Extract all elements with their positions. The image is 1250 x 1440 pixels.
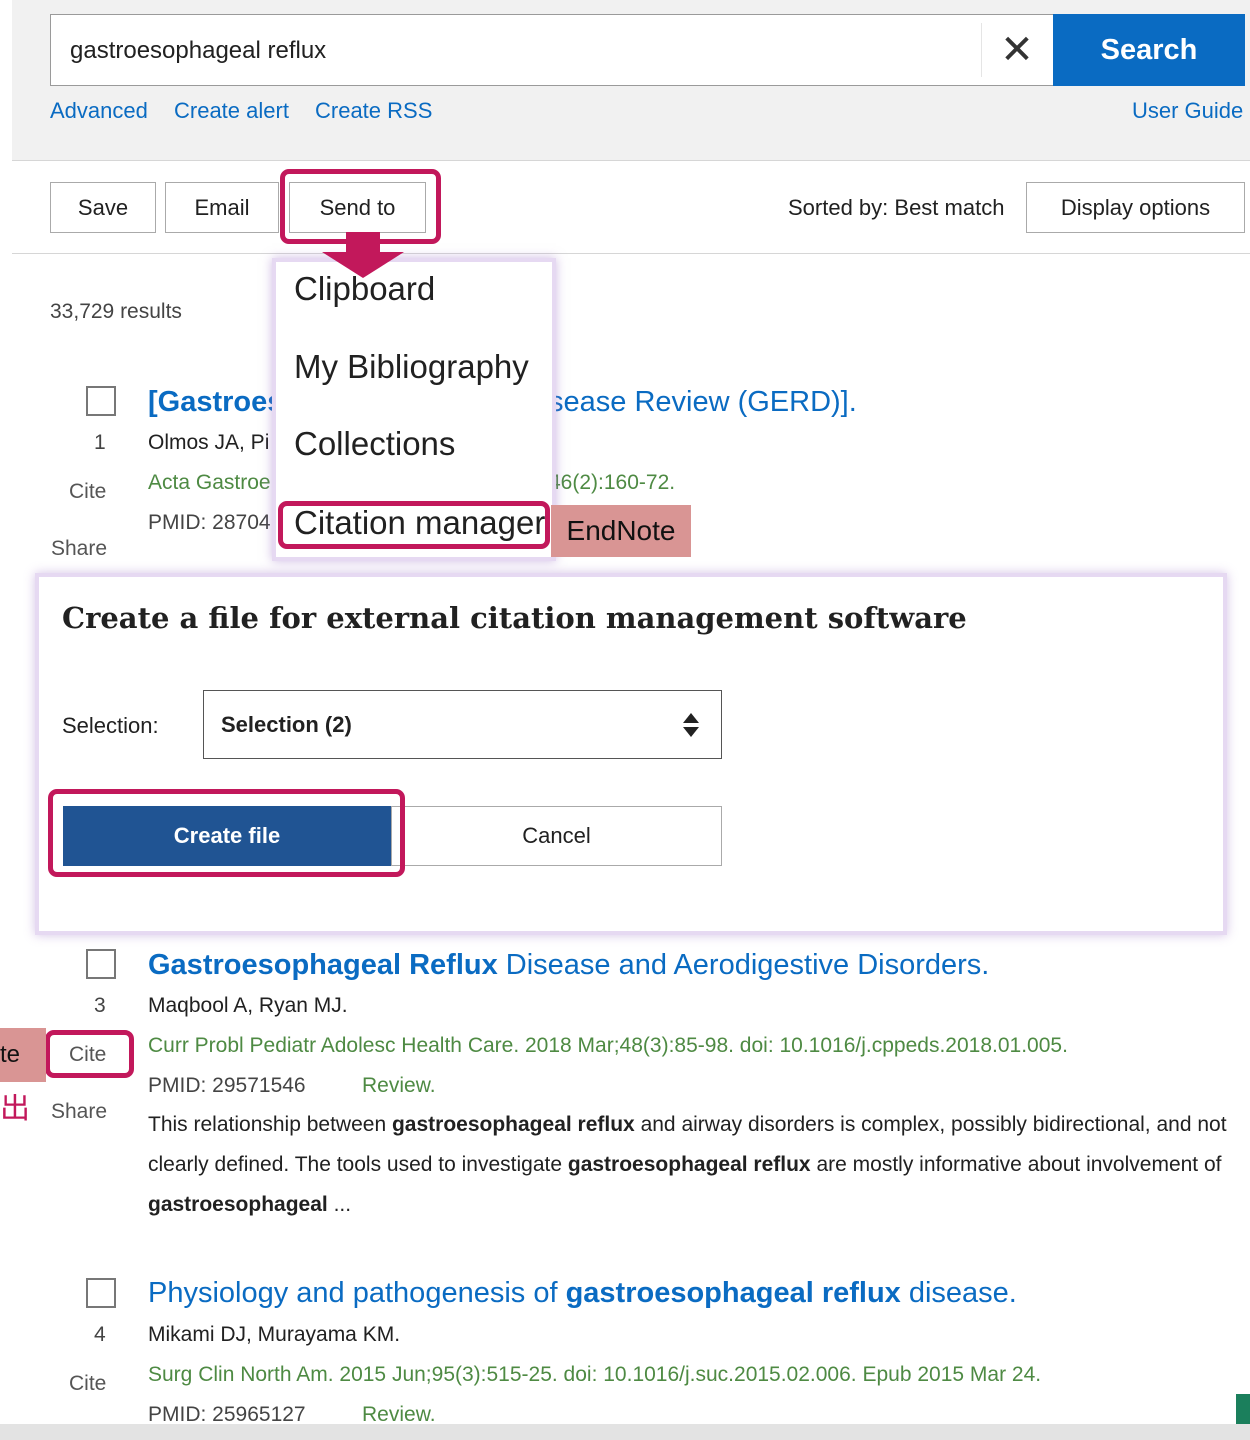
- citation-manager-panel: Create a file for external citation mana…: [39, 577, 1223, 931]
- toolbar-divider-bottom: [12, 253, 1250, 254]
- save-button[interactable]: Save: [50, 182, 156, 233]
- down-arrow-icon: [322, 232, 404, 278]
- search-button[interactable]: Search: [1053, 14, 1245, 86]
- result-3-authors: Maqbool A, Ryan MJ.: [148, 994, 348, 1017]
- result-1-cite-button[interactable]: Cite: [69, 480, 106, 504]
- search-input[interactable]: gastroesophageal reflux ✕: [50, 14, 1053, 86]
- result-3-title-rest: Disease and Aerodigestive Disorders.: [497, 949, 990, 981]
- search-query-text[interactable]: gastroesophageal reflux: [70, 37, 326, 65]
- result-1-authors: Olmos JA, Pi: [148, 431, 270, 454]
- floating-feedback-tab[interactable]: [1236, 1394, 1250, 1424]
- result-3-title-bold: Gastroesophageal Reflux: [148, 949, 498, 981]
- sort-caret-icon: [683, 713, 699, 737]
- bottom-scrollbar[interactable]: [0, 1424, 1250, 1440]
- result-1-pmid: PMID: 28704: [148, 511, 271, 534]
- cut-annotation-tag: te: [0, 1028, 46, 1082]
- user-guide-link[interactable]: User Guide: [1132, 98, 1243, 124]
- cite-highlight: [45, 1030, 134, 1078]
- result-3-checkbox[interactable]: [86, 949, 116, 979]
- toolbar-divider-top: [12, 160, 1250, 161]
- close-icon[interactable]: ✕: [981, 15, 1053, 85]
- result-3-number: 3: [94, 994, 106, 1017]
- create-rss-link[interactable]: Create RSS: [315, 98, 432, 124]
- result-4-authors: Mikami DJ, Murayama KM.: [148, 1323, 401, 1346]
- advanced-link[interactable]: Advanced: [50, 98, 148, 124]
- result-1-share-button[interactable]: Share: [51, 537, 107, 561]
- selection-select[interactable]: Selection (2): [203, 690, 722, 759]
- result-3-pmid: PMID: 29571546: [148, 1074, 306, 1097]
- sorted-by-label: Sorted by: Best match: [788, 195, 1005, 220]
- result-1-title-right[interactable]: sease Review (GERD)].: [549, 386, 857, 419]
- result-3-title[interactable]: Gastroesophageal Reflux Disease and Aero…: [148, 949, 989, 982]
- selection-label: Selection:: [62, 713, 159, 738]
- result-1-checkbox[interactable]: [86, 386, 116, 416]
- result-3-type: Review.: [362, 1074, 436, 1097]
- result-4-number: 4: [94, 1323, 106, 1346]
- result-4-cite-button[interactable]: Cite: [69, 1372, 106, 1396]
- endnote-tag: EndNote: [551, 505, 691, 557]
- result-1-number: 1: [94, 431, 106, 454]
- result-4-checkbox[interactable]: [86, 1278, 116, 1308]
- create-file-highlight: [48, 789, 405, 877]
- menu-item-my-bibliography[interactable]: My Bibliography: [294, 348, 529, 386]
- display-options-button[interactable]: Display options: [1026, 182, 1245, 233]
- result-3-journal: Curr Probl Pediatr Adolesc Health Care. …: [148, 1034, 1068, 1057]
- result-1-journal-left: Acta Gastroe: [148, 471, 271, 494]
- results-count: 33,729 results: [50, 300, 182, 323]
- result-3-share-button[interactable]: Share: [51, 1100, 107, 1124]
- menu-item-collections[interactable]: Collections: [294, 425, 455, 463]
- result-1-journal-right: 46(2):160-72.: [549, 471, 676, 494]
- citation-manager-highlight: [278, 501, 550, 549]
- result-1-title-left[interactable]: [Gastroes: [148, 386, 283, 419]
- result-4-journal: Surg Clin North Am. 2015 Jun;95(3):515-2…: [148, 1363, 1042, 1386]
- cut-annotation-char: 出: [0, 1094, 30, 1124]
- selection-value: Selection (2): [221, 712, 352, 737]
- result-3-snippet: This relationship between gastroesophage…: [148, 1113, 1227, 1216]
- panel-title: Create a file for external citation mana…: [62, 601, 967, 635]
- result-4-title[interactable]: Physiology and pathogenesis of gastroeso…: [148, 1277, 1017, 1310]
- create-alert-link[interactable]: Create alert: [174, 98, 289, 124]
- email-button[interactable]: Email: [165, 182, 279, 233]
- cancel-button[interactable]: Cancel: [391, 806, 722, 866]
